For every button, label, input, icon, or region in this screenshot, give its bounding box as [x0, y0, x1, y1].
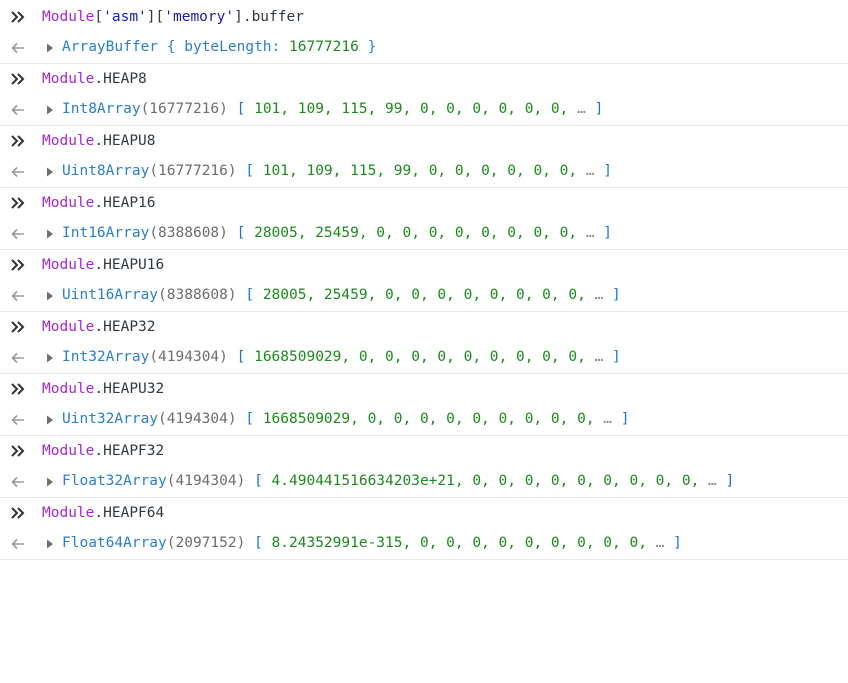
console-input-text: Module['asm']['memory'].buffer	[42, 9, 304, 25]
console-result-text: Int16Array(8388608) [ 28005, 25459, 0, 0…	[62, 225, 613, 241]
console-result-line[interactable]: Uint8Array(16777216) [ 101, 109, 115, 99…	[0, 156, 848, 187]
console-result-text: Float64Array(2097152) [ 8.24352991e-315,…	[62, 535, 682, 551]
double-chevron-right-icon	[7, 312, 29, 342]
double-chevron-right-icon	[7, 64, 29, 94]
console-result-line[interactable]: Int16Array(8388608) [ 28005, 25459, 0, 0…	[0, 218, 848, 249]
console-input-text: Module.HEAPU16	[42, 257, 165, 273]
console-input-line[interactable]: Module.HEAP32	[0, 312, 848, 342]
console-result-text: ArrayBuffer { byteLength: 16777216 }	[62, 39, 377, 55]
console-input-line[interactable]: Module.HEAPF32	[0, 436, 848, 466]
console-result-line[interactable]: Uint32Array(4194304) [ 1668509029, 0, 0,…	[0, 404, 848, 435]
arrow-left-icon	[7, 342, 29, 373]
console-result-line[interactable]: Int8Array(16777216) [ 101, 109, 115, 99,…	[0, 94, 848, 125]
triangle-right-icon[interactable]	[44, 528, 56, 559]
arrow-left-icon	[7, 218, 29, 249]
console-input-line[interactable]: Module.HEAPF64	[0, 498, 848, 528]
console-entry: Module.HEAPU8 Uint8Array(16777216) [ 101…	[0, 126, 848, 188]
double-chevron-right-icon	[7, 250, 29, 280]
arrow-left-icon	[7, 280, 29, 311]
console-input-text: Module.HEAPU8	[42, 133, 156, 149]
arrow-left-icon	[7, 32, 29, 63]
console-input-line[interactable]: Module.HEAPU32	[0, 374, 848, 404]
console-entry: Module.HEAP16 Int16Array(8388608) [ 2800…	[0, 188, 848, 250]
console-result-text: Uint16Array(8388608) [ 28005, 25459, 0, …	[62, 287, 621, 303]
console-input-text: Module.HEAPU32	[42, 381, 165, 397]
console-input-line[interactable]: Module.HEAPU8	[0, 126, 848, 156]
triangle-right-icon[interactable]	[44, 404, 56, 435]
arrow-left-icon	[7, 466, 29, 497]
console-result-line[interactable]: Int32Array(4194304) [ 1668509029, 0, 0, …	[0, 342, 848, 373]
console-input-text: Module.HEAP8	[42, 71, 147, 87]
console-result-line[interactable]: Float64Array(2097152) [ 8.24352991e-315,…	[0, 528, 848, 559]
console-input-text: Module.HEAP32	[42, 319, 156, 335]
triangle-right-icon[interactable]	[44, 466, 56, 497]
devtools-console: Module['asm']['memory'].buffer ArrayBuff…	[0, 0, 848, 569]
console-entry: Module.HEAPU32 Uint32Array(4194304) [ 16…	[0, 374, 848, 436]
console-input-text: Module.HEAPF32	[42, 443, 165, 459]
triangle-right-icon[interactable]	[44, 94, 56, 125]
arrow-left-icon	[7, 156, 29, 187]
console-result-line[interactable]: Float32Array(4194304) [ 4.49044151663420…	[0, 466, 848, 497]
arrow-left-icon	[7, 94, 29, 125]
console-entry: Module.HEAPU16 Uint16Array(8388608) [ 28…	[0, 250, 848, 312]
console-input-line[interactable]: Module.HEAP16	[0, 188, 848, 218]
double-chevron-right-icon	[7, 436, 29, 466]
triangle-right-icon[interactable]	[44, 156, 56, 187]
console-result-text: Int8Array(16777216) [ 101, 109, 115, 99,…	[62, 101, 604, 117]
console-entry: Module['asm']['memory'].buffer ArrayBuff…	[0, 2, 848, 64]
console-entry: Module.HEAP32 Int32Array(4194304) [ 1668…	[0, 312, 848, 374]
console-result-line[interactable]: ArrayBuffer { byteLength: 16777216 }	[0, 32, 848, 63]
console-input-text: Module.HEAP16	[42, 195, 156, 211]
console-entry: Module.HEAPF32 Float32Array(4194304) [ 4…	[0, 436, 848, 498]
double-chevron-right-icon	[7, 188, 29, 218]
double-chevron-right-icon	[7, 126, 29, 156]
arrow-left-icon	[7, 404, 29, 435]
console-result-line[interactable]: Uint16Array(8388608) [ 28005, 25459, 0, …	[0, 280, 848, 311]
double-chevron-right-icon	[7, 498, 29, 528]
console-result-text: Uint8Array(16777216) [ 101, 109, 115, 99…	[62, 163, 613, 179]
console-entry: Module.HEAPF64 Float64Array(2097152) [ 8…	[0, 498, 848, 560]
console-input-line[interactable]: Module.HEAP8	[0, 64, 848, 94]
console-input-line[interactable]: Module.HEAPU16	[0, 250, 848, 280]
console-result-text: Float32Array(4194304) [ 4.49044151663420…	[62, 473, 735, 489]
double-chevron-right-icon	[7, 374, 29, 404]
console-entry: Module.HEAP8 Int8Array(16777216) [ 101, …	[0, 64, 848, 126]
console-result-text: Int32Array(4194304) [ 1668509029, 0, 0, …	[62, 349, 621, 365]
console-input-line[interactable]: Module['asm']['memory'].buffer	[0, 2, 848, 32]
triangle-right-icon[interactable]	[44, 32, 56, 63]
arrow-left-icon	[7, 528, 29, 559]
triangle-right-icon[interactable]	[44, 218, 56, 249]
double-chevron-right-icon	[7, 2, 29, 32]
console-input-text: Module.HEAPF64	[42, 505, 165, 521]
console-result-text: Uint32Array(4194304) [ 1668509029, 0, 0,…	[62, 411, 630, 427]
triangle-right-icon[interactable]	[44, 342, 56, 373]
triangle-right-icon[interactable]	[44, 280, 56, 311]
